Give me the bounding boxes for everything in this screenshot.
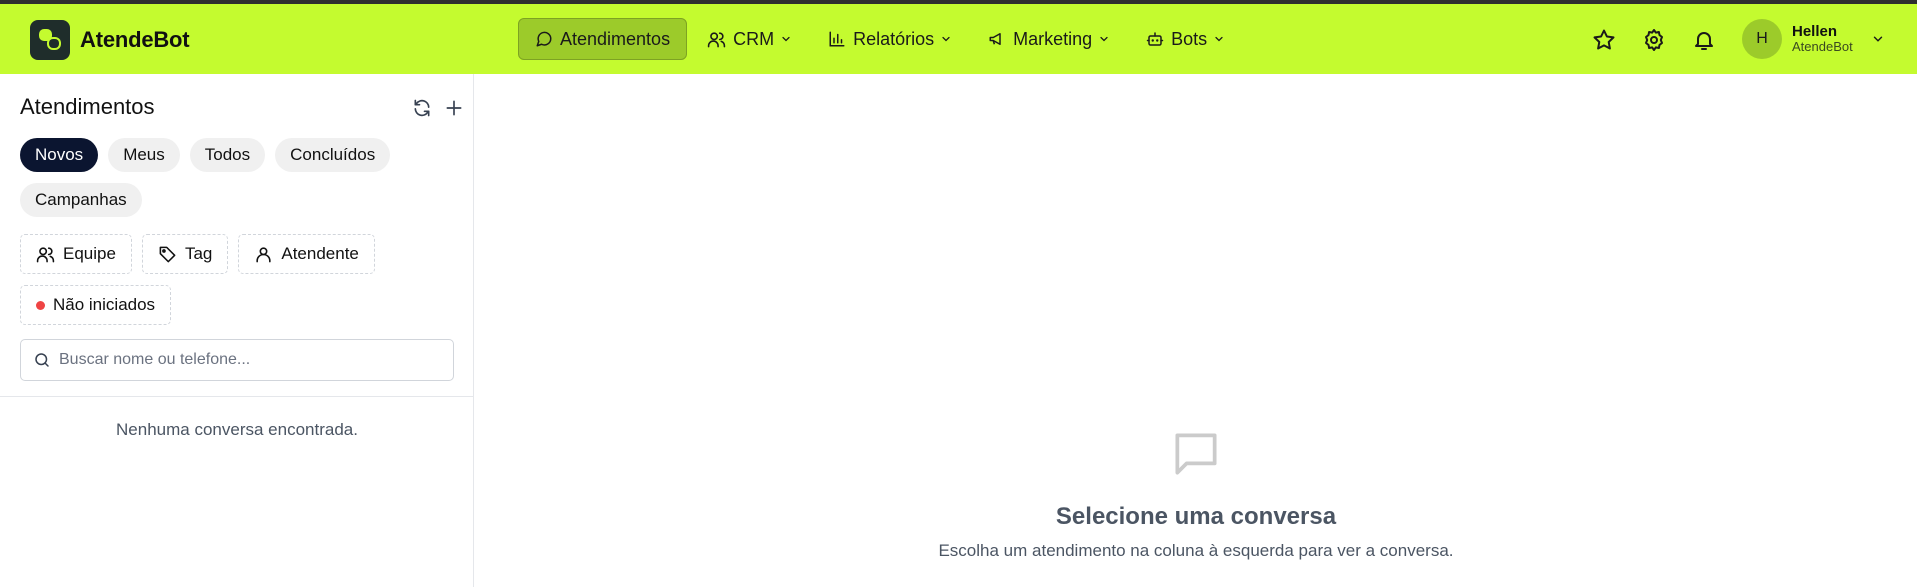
refresh-icon[interactable] [410,96,434,120]
users-icon [707,31,726,47]
filter-label: Equipe [63,244,116,263]
bot-icon [1146,32,1164,46]
header-actions [1590,26,1740,54]
empty-state: Selecione uma conversa Escolha um atendi… [475,426,1917,561]
empty-subtitle: Escolha um atendimento na coluna à esque… [938,541,1454,560]
empty-list-message: Nenhuma conversa encontrada. [116,420,358,439]
nav-item-relatorios[interactable]: Relatórios [812,18,968,60]
brand-name: AtendeBot [80,27,190,52]
tab-concluidos[interactable]: Concluídos [275,138,391,172]
nav-item-crm[interactable]: CRM [691,18,808,60]
main-nav: Atendimentos CRM Relatórios Marketing Bo… [518,18,1245,60]
star-icon[interactable] [1590,26,1618,54]
chevron-down-icon [782,36,790,42]
nav-item-marketing[interactable]: Marketing [972,18,1126,60]
status-tabs: Novos Meus Todos Concluídos Campanhas [20,138,460,228]
add-icon[interactable] [442,96,466,120]
divider [0,396,474,397]
megaphone-icon [989,33,1001,45]
chat-bubble-icon [1175,433,1217,475]
chevron-down-icon [1215,36,1223,42]
search-box [20,339,454,381]
filter-atendente[interactable]: Atendente [238,234,375,274]
tab-novos[interactable]: Novos [20,138,99,172]
conversation-panel: Selecione uma conversa Escolha um atendi… [475,74,1917,587]
user-name: Hellen [1792,22,1838,40]
user-menu[interactable]: H Hellen AtendeBot [1742,19,1885,59]
chevron-down-icon [1100,36,1108,42]
search-icon [35,353,49,367]
user-org: AtendeBot [1792,39,1853,55]
message-circle-icon [536,31,552,47]
nav-item-atendimentos[interactable]: Atendimentos [518,18,688,60]
filter-label: Não iniciados [53,295,156,314]
brand-logo-icon [30,20,70,60]
tab-todos[interactable]: Todos [189,138,266,172]
tab-meus[interactable]: Meus [108,138,180,172]
chevron-down-icon [1873,36,1882,42]
nav-label: Relatórios [853,28,935,49]
status-dot [36,300,45,310]
users-icon [36,246,55,262]
sidebar-title: Atendimentos [20,94,155,119]
filter-label: Tag [184,244,213,263]
avatar: H [1742,19,1782,59]
top-navbar: AtendeBot Atendimentos CRM Relatórios Ma… [0,4,1917,74]
conversations-sidebar: Atendimentos Novos Meus Todos Concluídos… [0,74,474,587]
tab-campanhas[interactable]: Campanhas [20,183,142,217]
chevron-down-icon [942,36,950,42]
bar-chart-icon [829,31,845,47]
gear-icon[interactable] [1640,26,1668,54]
user-icon [256,246,271,262]
nav-label: Bots [1171,28,1208,49]
filter-equipe[interactable]: Equipe [20,234,132,274]
filter-tag[interactable]: Tag [141,234,229,274]
filter-nao-iniciados[interactable]: Não iniciados [20,285,172,325]
brand[interactable]: AtendeBot [30,20,190,60]
nav-label: CRM [733,28,775,49]
nav-item-bots[interactable]: Bots [1130,18,1241,60]
empty-title: Selecione uma conversa [1055,503,1337,530]
nav-label: Atendimentos [560,28,671,49]
nav-label: Marketing [1013,28,1093,49]
filter-row: Equipe Tag Atendente Não iniciados [20,234,460,336]
filter-label: Atendente [281,244,359,263]
tag-icon [159,246,176,262]
bell-icon[interactable] [1690,26,1718,54]
search-input[interactable] [59,351,439,369]
